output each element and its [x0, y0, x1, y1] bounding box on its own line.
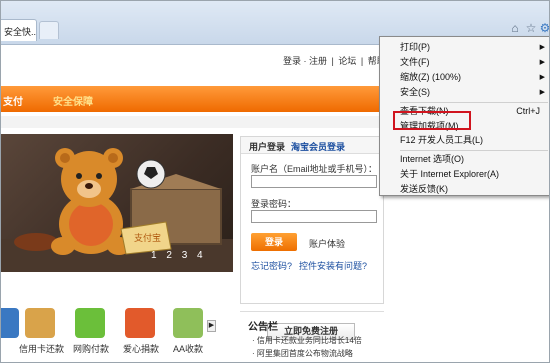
login-register-link[interactable]: 登录 · 注册: [283, 56, 327, 66]
account-input[interactable]: [251, 175, 377, 188]
app-label: 网购付款: [73, 344, 110, 354]
shopping-bag-icon[interactable]: [75, 308, 105, 338]
carousel-page-4[interactable]: 4: [197, 250, 203, 261]
aa-collect-icon[interactable]: [173, 308, 203, 338]
link-divider: |: [360, 56, 364, 66]
password-label: 登录密码：: [251, 199, 297, 209]
browser-window: 安全快... ⌂ ☆ ⚙ 登录 · 注册 | 论坛 | 帮助中 支付 安全保障: [0, 0, 550, 363]
gear-icon[interactable]: ⚙: [538, 21, 549, 35]
forgot-password-link[interactable]: 忘记密码?: [251, 259, 292, 272]
tab-taobao-login[interactable]: 淘宝会员登录: [291, 142, 345, 152]
menu-file[interactable]: 文件(F) ▶: [380, 55, 549, 70]
nav-security[interactable]: 安全保障: [53, 93, 93, 108]
menu-separator: [400, 150, 548, 151]
tag-text: 支付宝: [134, 232, 161, 243]
notice-item[interactable]: · 信用卡还款业务同比增长14倍: [252, 335, 362, 346]
login-tabs: 用户登录 淘宝会员登录: [241, 137, 383, 154]
carousel-page-1[interactable]: 1: [151, 250, 157, 261]
carousel-page-2[interactable]: 2: [166, 250, 172, 261]
menu-separator: [400, 102, 548, 103]
tab-user-login[interactable]: 用户登录: [249, 142, 285, 152]
tab-title: 安全快...: [4, 27, 37, 37]
install-problem-link[interactable]: 控件安装有问题?: [299, 259, 367, 272]
partial-service-icon[interactable]: [1, 308, 19, 338]
experience-link[interactable]: 账户体验: [309, 237, 345, 250]
new-tab-button[interactable]: [39, 21, 59, 39]
menu-internet-options[interactable]: Internet 选项(O): [380, 152, 549, 167]
notice-item[interactable]: · 阿里集团首度公布物流战略: [252, 348, 353, 359]
menu-zoom[interactable]: 缩放(Z) (100%) ▶: [380, 70, 549, 85]
app-label: AA收款: [173, 344, 204, 354]
menu-print[interactable]: 打印(P) ▶: [380, 40, 549, 55]
menu-about-ie[interactable]: 关于 Internet Explorer(A): [380, 167, 549, 182]
promo-banner[interactable]: 支付宝 1 2 3 4: [1, 134, 233, 272]
account-label: 账户名（Email地址或手机号）：: [251, 164, 378, 174]
credit-card-icon[interactable]: [25, 308, 55, 338]
submenu-arrow-icon: ▶: [539, 74, 545, 81]
highlight-box: [393, 111, 471, 130]
app-label: 爱心捐款: [123, 344, 160, 354]
forum-link[interactable]: 论坛: [338, 56, 356, 66]
menu-safety[interactable]: 安全(S) ▶: [380, 85, 549, 100]
notice-title: 公告栏: [248, 322, 278, 333]
password-input[interactable]: [251, 210, 377, 223]
notice-board: 公告栏 · 信用卡还款业务同比增长14倍 · 阿里集团首度公布物流战略: [240, 311, 384, 362]
app-label: 信用卡还款: [19, 344, 65, 354]
shortcut-text: Ctrl+J: [516, 106, 540, 116]
browser-tab[interactable]: 安全快...: [1, 19, 37, 41]
service-icons-row: 信用卡还款 网购付款 爱心捐款 AA收款 ▶: [1, 304, 233, 362]
menu-f12-devtools[interactable]: F12 开发人员工具(L): [380, 133, 549, 148]
carousel-page-3[interactable]: 3: [182, 250, 188, 261]
submenu-arrow-icon: ▶: [539, 89, 545, 96]
login-panel: 用户登录 淘宝会员登录 账户名（Email地址或手机号）： 登录密码： 登录 账户…: [240, 136, 384, 304]
heart-donate-icon[interactable]: [125, 308, 155, 338]
link-divider: |: [331, 56, 334, 66]
home-icon[interactable]: ⌂: [508, 21, 522, 35]
submenu-arrow-icon: ▶: [539, 44, 545, 51]
star-icon[interactable]: ☆: [524, 21, 538, 35]
submenu-arrow-icon: ▶: [539, 59, 545, 66]
nav-pay[interactable]: 支付: [3, 93, 23, 108]
next-arrow-icon[interactable]: ▶: [207, 320, 216, 332]
login-button[interactable]: 登录: [251, 233, 297, 251]
menu-send-feedback[interactable]: 发送反馈(K): [380, 182, 549, 197]
carousel-pager: 1 2 3 4: [151, 250, 210, 261]
